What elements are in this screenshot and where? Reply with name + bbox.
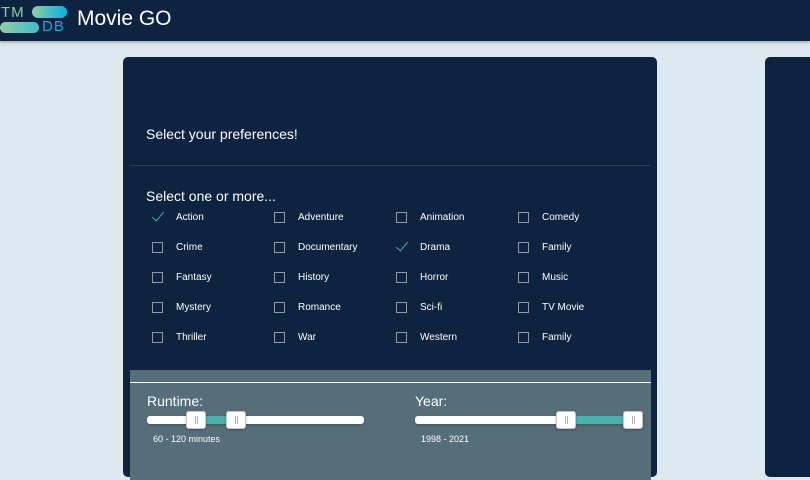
year-min-handle[interactable]: [556, 411, 577, 429]
section-rule: [130, 382, 651, 383]
divider: [130, 165, 651, 166]
genre-option[interactable]: TV Movie: [518, 298, 584, 316]
genre-label: Adventure: [298, 211, 344, 223]
genre-label: Family: [542, 241, 572, 253]
genre-checkbox[interactable]: [518, 241, 529, 253]
genre-checkbox[interactable]: [152, 241, 163, 253]
year-max-handle[interactable]: [623, 411, 643, 429]
genre-option[interactable]: Family: [518, 238, 571, 256]
genre-label: TV Movie: [542, 301, 585, 313]
genre-label: Comedy: [542, 211, 580, 223]
preferences-panel: Select your preferences! Select one or m…: [123, 57, 657, 480]
genre-option[interactable]: Fantasy: [152, 268, 212, 286]
genre-option[interactable]: Animation: [396, 208, 464, 226]
genre-option[interactable]: Music: [518, 268, 568, 286]
genre-option[interactable]: Horror: [396, 268, 448, 286]
genre-label: Documentary: [298, 241, 358, 253]
logo-pill-top: [32, 6, 67, 18]
genre-option[interactable]: Documentary: [274, 238, 357, 256]
runtime-value: 60 - 120 minutes: [153, 434, 221, 444]
genre-option[interactable]: Sci-fi: [396, 298, 442, 316]
genre-option[interactable]: Comedy: [518, 208, 579, 226]
genre-label: Family: [542, 331, 572, 343]
genre-option[interactable]: War: [274, 328, 316, 346]
genre-label: Crime: [176, 241, 203, 253]
genre-label: War: [298, 331, 316, 343]
genre-checkbox[interactable]: [396, 271, 407, 283]
genre-option[interactable]: Family: [518, 328, 571, 346]
runtime-label: Runtime:: [147, 393, 204, 409]
genre-label: Action: [176, 211, 204, 223]
year-label: Year:: [415, 393, 448, 409]
genre-checkbox[interactable]: [152, 212, 163, 223]
genre-checkbox[interactable]: [274, 301, 285, 313]
runtime-min-handle[interactable]: [186, 411, 207, 429]
genre-checkbox[interactable]: [274, 331, 285, 343]
runtime-max-handle[interactable]: [225, 411, 246, 429]
genre-checkbox[interactable]: [396, 211, 407, 223]
app-title: Movie GO: [77, 7, 172, 30]
genre-checkbox[interactable]: [152, 271, 163, 283]
genre-label: Romance: [298, 301, 341, 313]
top-bar: TM DB Movie GO: [0, 0, 810, 41]
genre-checkbox[interactable]: [152, 331, 163, 343]
genre-option[interactable]: Western: [396, 328, 457, 346]
genre-checkbox[interactable]: [274, 211, 285, 223]
genre-checkbox[interactable]: [518, 301, 529, 313]
year-slider[interactable]: [415, 411, 643, 429]
genre-option[interactable]: History: [274, 268, 329, 286]
year-value: 1998 - 2021: [421, 434, 470, 444]
genre-label: Music: [542, 271, 569, 283]
genre-option[interactable]: Thriller: [152, 328, 207, 346]
genre-label: Thriller: [176, 331, 207, 343]
genre-label: History: [298, 271, 330, 283]
genre-option[interactable]: Adventure: [274, 208, 344, 226]
genre-checkbox[interactable]: [274, 241, 285, 253]
genre-checkbox[interactable]: [396, 331, 407, 343]
genre-label: Animation: [420, 211, 465, 223]
genre-option[interactable]: Crime: [152, 238, 203, 256]
preferences-title: Select your preferences!: [146, 126, 298, 142]
genre-checkbox[interactable]: [518, 331, 529, 343]
genre-checkbox[interactable]: [274, 271, 285, 283]
genre-label: Sci-fi: [420, 301, 443, 313]
genre-checkbox[interactable]: [518, 211, 529, 223]
genre-label: Fantasy: [176, 271, 212, 283]
genre-option[interactable]: Romance: [274, 298, 341, 316]
genre-label: Drama: [420, 241, 451, 253]
logo-pill-bottom: [0, 22, 39, 33]
filter-sliders-section: Runtime: 60 - 120 minutes Year: 1998 - 2…: [130, 370, 651, 480]
tmdb-logo[interactable]: TM DB: [0, 4, 68, 34]
genre-checkbox[interactable]: [396, 301, 407, 313]
genre-checkbox[interactable]: [152, 301, 163, 313]
secondary-panel: [765, 57, 810, 477]
runtime-slider[interactable]: [147, 411, 364, 429]
logo-text-bottom: DB: [42, 18, 65, 35]
logo-text-top: TM: [1, 4, 25, 21]
genres-prompt: Select one or more...: [146, 188, 276, 204]
genre-checkbox[interactable]: [396, 242, 407, 253]
genre-label: Mystery: [176, 301, 211, 313]
genre-option[interactable]: Mystery: [152, 298, 211, 316]
genre-label: Western: [420, 331, 458, 343]
genre-option[interactable]: Drama: [396, 238, 450, 256]
genre-option[interactable]: Action: [152, 208, 204, 226]
genre-checkbox[interactable]: [518, 271, 529, 283]
genre-label: Horror: [420, 271, 449, 283]
